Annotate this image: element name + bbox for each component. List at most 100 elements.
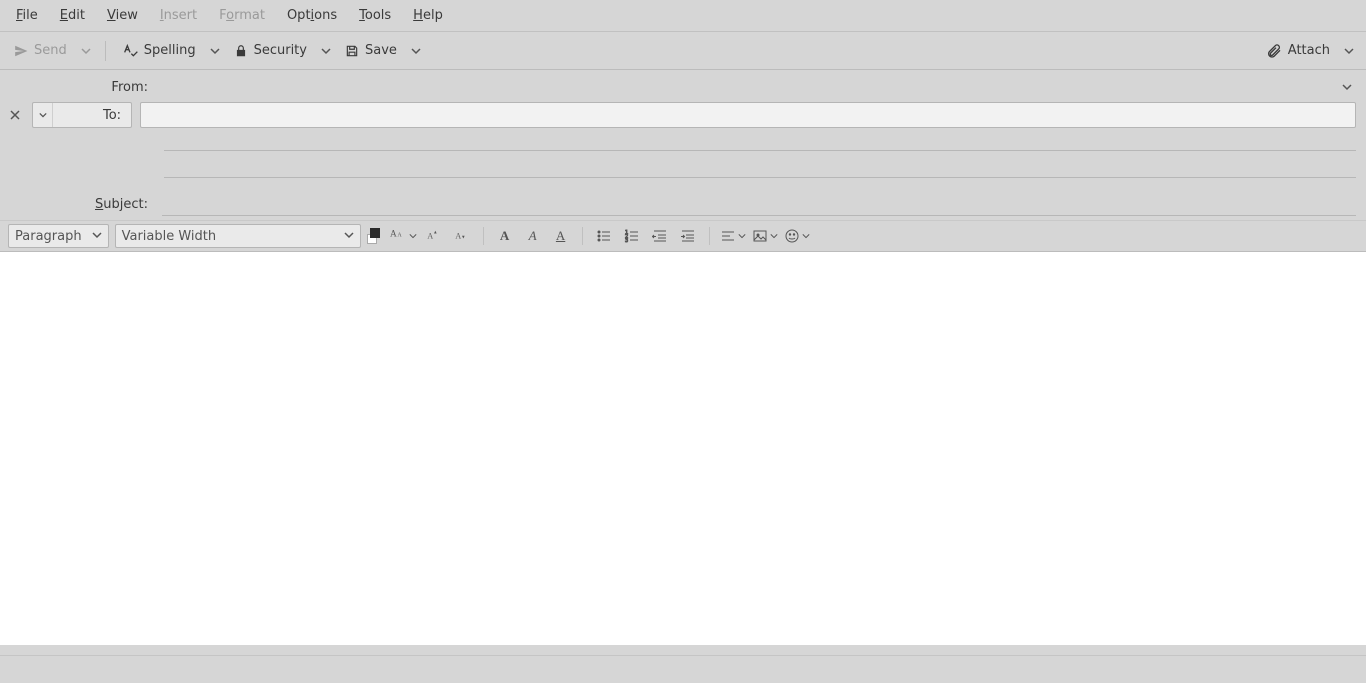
decrease-font-button[interactable]: A▴ [423,225,445,247]
attach-label: Attach [1288,43,1330,58]
recipient-type-label: To: [53,108,131,123]
recipient-type-dropdown[interactable] [33,103,53,127]
from-label: From: [4,80,154,95]
menu-edit[interactable]: Edit [50,2,95,29]
spelling-label: Spelling [144,43,196,58]
chevron-down-icon [210,46,220,56]
save-button[interactable]: Save [339,39,403,62]
font-size-select[interactable]: AA [389,226,417,246]
recipient-placeholder-line [164,177,1356,178]
underline-button[interactable]: A [550,225,572,247]
main-toolbar: Send Spelling Security Save Attach [0,32,1366,70]
remove-recipient-button[interactable] [6,106,24,124]
menu-options[interactable]: Options [277,2,347,29]
menu-insert[interactable]: Insert [150,2,207,29]
send-button[interactable]: Send [8,39,73,62]
menu-format[interactable]: Format [209,2,275,29]
align-button[interactable] [720,228,746,244]
subject-label: Subject: [4,197,154,212]
svg-text:A: A [455,232,461,241]
foreground-color-swatch [370,228,380,238]
underline-icon: A [556,228,565,244]
outdent-button[interactable] [649,225,671,247]
font-family-value: Variable Width [122,229,217,244]
chevron-down-icon [81,46,91,56]
menu-tools[interactable]: Tools [349,2,401,29]
chevron-down-icon [1344,46,1354,56]
message-body-editor[interactable] [0,252,1366,645]
send-label: Send [34,43,67,58]
italic-button[interactable]: A [522,225,544,247]
spelling-button[interactable]: Spelling [116,39,202,63]
smiley-icon [784,228,800,244]
text-color-button[interactable] [367,228,383,244]
bullet-list-button[interactable] [593,225,615,247]
menu-help[interactable]: Help [403,2,453,29]
outdent-icon [652,228,668,244]
font-decrease-icon: A▴ [426,228,442,244]
send-dropdown[interactable] [77,42,95,60]
bullet-list-icon [596,228,612,244]
menubar: File Edit View Insert Format Options Too… [0,0,1366,32]
spelling-dropdown[interactable] [206,42,224,60]
subject-input[interactable] [162,192,1356,216]
bold-button[interactable]: A [494,225,516,247]
chevron-down-icon [344,229,354,244]
svg-text:3: 3 [625,238,628,244]
font-increase-icon: A▾ [454,228,470,244]
toolbar-separator [483,227,484,245]
recipient-type-selector[interactable]: To: [32,102,132,128]
font-size-icon: AA [389,226,407,246]
svg-text:▴: ▴ [434,229,437,235]
chevron-down-icon [770,232,778,240]
paragraph-style-value: Paragraph [15,229,82,244]
format-toolbar: Paragraph Variable Width AA A▴ A▾ A A A … [0,220,1366,252]
spellcheck-icon [122,43,138,59]
from-row: From: [4,76,1356,98]
from-identity-picker[interactable] [162,76,1338,98]
to-input[interactable] [140,102,1356,128]
status-bar [0,655,1366,683]
align-left-icon [720,228,736,244]
insert-emoji-button[interactable] [784,228,810,244]
to-row: To: [4,102,1356,128]
chevron-down-icon [738,232,746,240]
subject-row: Subject: [4,192,1356,216]
chevron-down-icon [409,232,417,240]
italic-icon: A [529,228,537,244]
from-dropdown[interactable] [1338,82,1356,92]
font-family-select[interactable]: Variable Width [115,224,361,248]
security-button[interactable]: Security [228,39,313,62]
compose-header: From: To: Subject: [0,70,1366,220]
svg-text:A: A [427,232,433,241]
save-icon [345,44,359,58]
svg-text:▾: ▾ [462,235,465,241]
attach-button[interactable]: Attach [1260,39,1336,63]
menu-view[interactable]: View [97,2,148,29]
security-dropdown[interactable] [317,42,335,60]
chevron-down-icon [321,46,331,56]
indent-button[interactable] [677,225,699,247]
number-list-button[interactable]: 123 [621,225,643,247]
recipient-placeholder-line [164,150,1356,151]
attach-dropdown[interactable] [1340,42,1358,60]
increase-font-button[interactable]: A▾ [451,225,473,247]
lock-icon [234,44,248,58]
chevron-down-icon [39,111,47,119]
save-dropdown[interactable] [407,42,425,60]
svg-text:A: A [390,230,397,240]
paragraph-style-select[interactable]: Paragraph [8,224,109,248]
chevron-down-icon [1342,82,1352,92]
toolbar-separator [582,227,583,245]
svg-text:A: A [397,233,402,239]
image-icon [752,228,768,244]
toolbar-separator [709,227,710,245]
number-list-icon: 123 [624,228,640,244]
indent-icon [680,228,696,244]
toolbar-separator [105,41,106,61]
insert-image-button[interactable] [752,228,778,244]
close-icon [10,110,20,120]
security-label: Security [254,43,307,58]
bold-icon: A [500,228,509,244]
menu-file[interactable]: File [6,2,48,29]
